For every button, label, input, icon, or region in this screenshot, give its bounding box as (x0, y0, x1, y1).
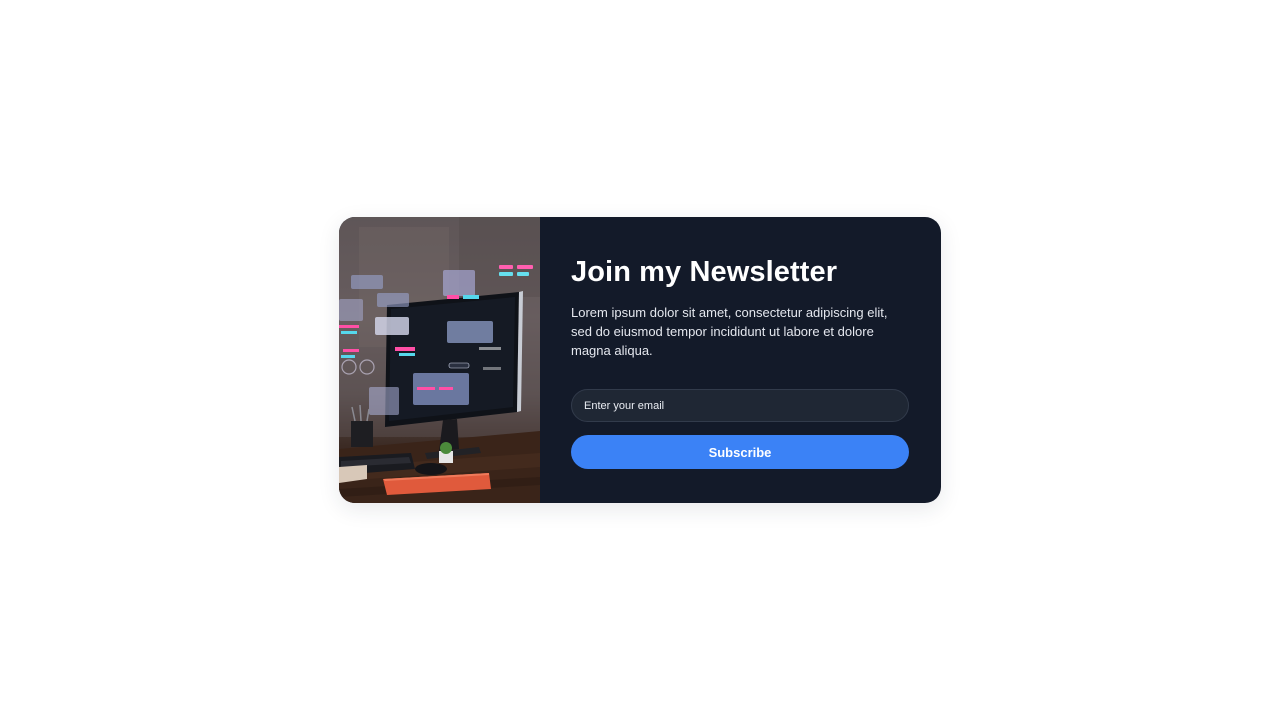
newsletter-description: Lorem ipsum dolor sit amet, consectetur … (571, 305, 888, 358)
workspace-illustration (339, 217, 540, 503)
newsletter-card: Join my Newsletter Lorem ipsum dolor sit… (339, 217, 941, 503)
subscribe-button[interactable]: Subscribe (571, 435, 909, 469)
email-input[interactable] (571, 389, 909, 422)
newsletter-image (339, 217, 540, 503)
page: Join my Newsletter Lorem ipsum dolor sit… (0, 0, 1280, 720)
newsletter-title: Join my Newsletter (571, 256, 838, 288)
newsletter-content: Join my Newsletter Lorem ipsum dolor sit… (540, 217, 941, 503)
